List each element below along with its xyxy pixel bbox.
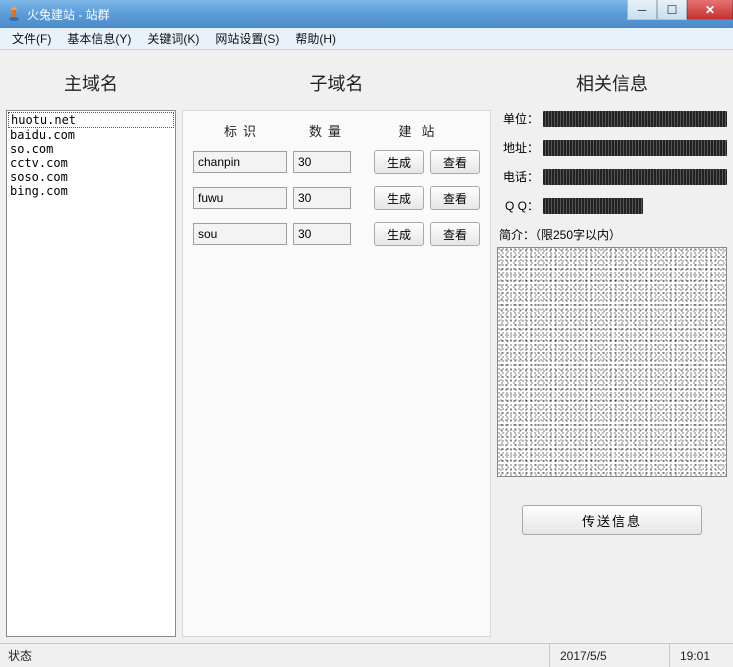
list-item[interactable]: cctv.com [8,156,174,170]
qty-input[interactable] [293,151,351,173]
subdomain-row: 生成查看 [193,222,480,246]
qq-label: Q Q： [497,197,539,214]
phone-label: 电话： [497,168,539,185]
related-info-title: 相关信息 [497,56,727,110]
client-area: 主域名 huotu.netbaidu.comso.comcctv.comsoso… [0,50,733,643]
menu-file[interactable]: 文件(F) [4,28,59,49]
related-info-panel: 相关信息 单位： 地址： 电话： Q Q： 简介：（限250字以内） 传送信息 [497,56,727,637]
send-info-button[interactable]: 传送信息 [522,505,702,535]
qty-input[interactable] [293,223,351,245]
window-controls: ─ ☐ ✕ [627,0,733,20]
intro-label: 简介：（限250字以内） [499,226,727,243]
subdomain-row: 生成查看 [193,150,480,174]
window-title: 火兔建站 - 站群 [27,6,110,23]
main-domain-panel: 主域名 huotu.netbaidu.comso.comcctv.comsoso… [6,56,176,637]
info-qq-row: Q Q： [497,197,727,214]
address-label: 地址： [497,139,539,156]
view-button[interactable]: 查看 [430,222,480,246]
menu-keywords[interactable]: 关键词(K) [139,28,207,49]
app-icon [6,6,22,22]
sub-domain-grid: 标识 数量 建站 生成查看生成查看生成查看 [182,110,491,637]
info-phone-row: 电话： [497,168,727,185]
qq-value [543,198,643,214]
close-button[interactable]: ✕ [687,0,733,20]
sub-domain-panel: 子域名 标识 数量 建站 生成查看生成查看生成查看 [182,56,491,637]
menu-bar: 文件(F) 基本信息(Y) 关键词(K) 网站设置(S) 帮助(H) [0,28,733,50]
tag-input[interactable] [193,151,287,173]
status-bar: 状态 2017/5/5 19:01 [0,643,733,667]
list-item[interactable]: baidu.com [8,128,174,142]
generate-button[interactable]: 生成 [374,222,424,246]
unit-value [543,111,727,127]
status-label: 状态 [0,644,549,667]
status-date: 2017/5/5 [549,644,669,667]
maximize-button[interactable]: ☐ [657,0,687,20]
info-unit-row: 单位： [497,110,727,127]
tag-input[interactable] [193,223,287,245]
tag-input[interactable] [193,187,287,209]
info-address-row: 地址： [497,139,727,156]
generate-button[interactable]: 生成 [374,150,424,174]
list-item[interactable]: huotu.net [8,112,174,128]
phone-value [543,169,727,185]
title-bar: 火兔建站 - 站群 ─ ☐ ✕ [0,0,733,28]
status-time: 19:01 [669,644,733,667]
unit-label: 单位： [497,110,539,127]
header-qty: 数量 [293,121,363,140]
view-button[interactable]: 查看 [430,150,480,174]
view-button[interactable]: 查看 [430,186,480,210]
sub-domain-title: 子域名 [182,56,491,110]
menu-basic-info[interactable]: 基本信息(Y) [59,28,139,49]
subdomain-row: 生成查看 [193,186,480,210]
qty-input[interactable] [293,187,351,209]
address-value [543,140,727,156]
intro-textarea[interactable] [497,247,727,477]
header-build: 建站 [363,121,480,140]
list-item[interactable]: so.com [8,142,174,156]
grid-header: 标识 数量 建站 [193,117,480,150]
list-item[interactable]: soso.com [8,170,174,184]
domain-listbox[interactable]: huotu.netbaidu.comso.comcctv.comsoso.com… [6,110,176,637]
minimize-button[interactable]: ─ [627,0,657,20]
menu-help[interactable]: 帮助(H) [287,28,344,49]
menu-site-settings[interactable]: 网站设置(S) [207,28,287,49]
main-domain-title: 主域名 [6,56,176,110]
generate-button[interactable]: 生成 [374,186,424,210]
list-item[interactable]: bing.com [8,184,174,198]
header-tag: 标识 [193,121,293,140]
